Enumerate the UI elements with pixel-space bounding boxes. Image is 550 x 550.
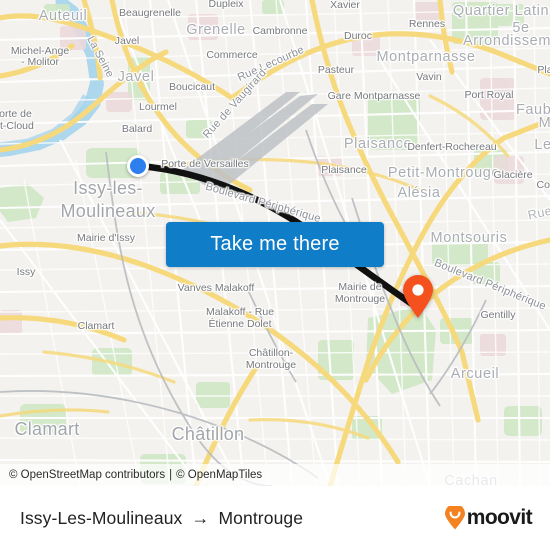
destination-marker[interactable]: [402, 275, 434, 324]
moovit-map-screen: Auteuil Beaugrenelle Dupleix Xavier Rennes Qu…: [0, 0, 550, 550]
route-origin-label: Issy-Les-Moulineaux: [20, 507, 183, 528]
attribution-osm[interactable]: © OpenStreetMap contributors: [9, 469, 165, 481]
arrow-right-icon: →: [191, 507, 210, 528]
map-attribution: © OpenStreetMap contributors | © OpenMap…: [0, 464, 550, 486]
footer-bar: Issy-Les-Moulineaux → Montrouge moovit: [0, 486, 550, 550]
map-pin-icon: [403, 275, 433, 318]
route-title: Issy-Les-Moulineaux → Montrouge: [20, 508, 444, 529]
moovit-logo[interactable]: moovit: [444, 506, 533, 530]
map-canvas[interactable]: Auteuil Beaugrenelle Dupleix Xavier Rennes Qu…: [0, 0, 550, 486]
route-destination-label: Montrouge: [218, 507, 304, 528]
moovit-wordmark: moovit: [466, 506, 533, 529]
attribution-maptiles[interactable]: © OpenMapTiles: [176, 469, 262, 481]
take-me-there-button[interactable]: Take me there: [166, 222, 384, 267]
origin-marker[interactable]: [127, 155, 160, 188]
moovit-pin-icon: [444, 506, 465, 530]
origin-dot-icon: [127, 155, 149, 177]
attribution-separator: |: [169, 469, 173, 481]
